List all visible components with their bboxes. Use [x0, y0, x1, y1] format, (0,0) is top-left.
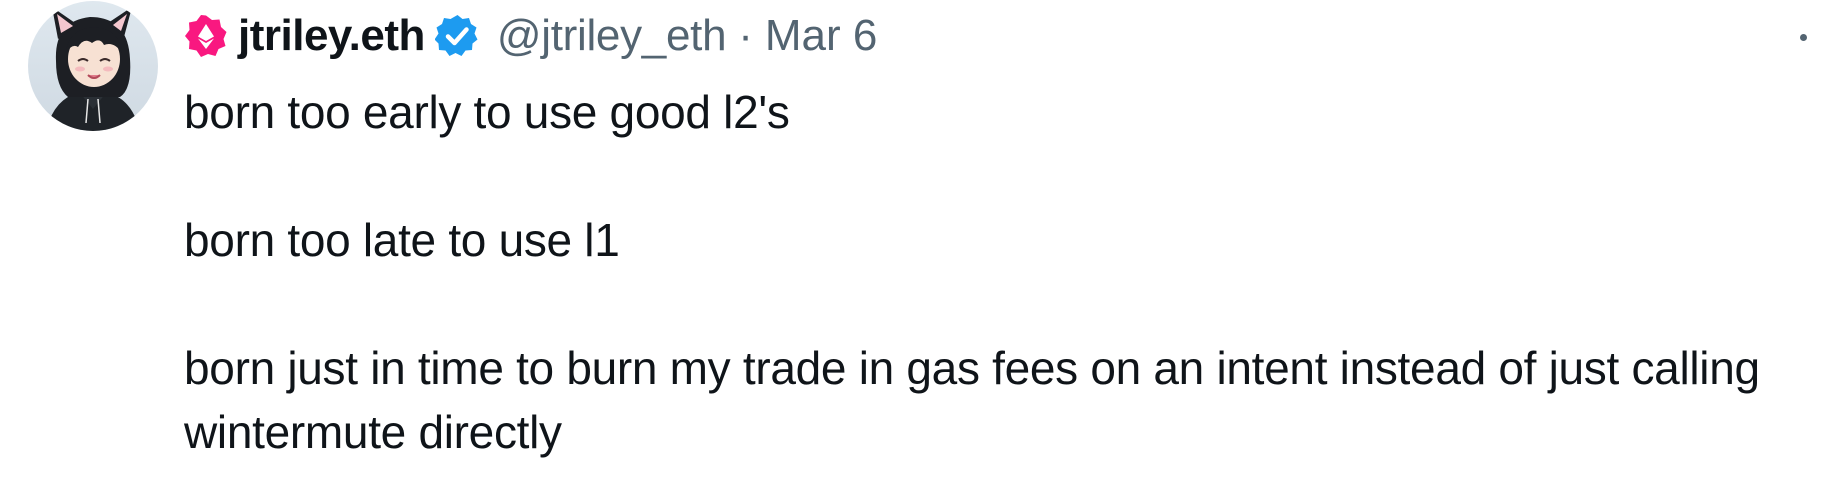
- ethereum-diamond-icon[interactable]: [184, 14, 228, 58]
- tweet-timestamp[interactable]: Mar 6: [765, 11, 877, 61]
- anime-avatar-icon: [28, 1, 158, 131]
- author-handle[interactable]: @jtriley_eth: [497, 11, 727, 61]
- author-avatar[interactable]: [28, 1, 158, 131]
- more-options-button[interactable]: [1800, 18, 1832, 58]
- tweet: jtriley.eth @jtriley_eth · Mar 6 born to…: [0, 0, 1832, 500]
- tweet-paragraph: born too early to use good l2's: [184, 86, 790, 138]
- tweet-header: jtriley.eth @jtriley_eth · Mar 6: [184, 8, 877, 64]
- header-separator: ·: [738, 11, 753, 60]
- tweet-body: born too early to use good l2's born too…: [184, 80, 1804, 464]
- tweet-paragraph: born just in time to burn my trade in ga…: [184, 342, 1760, 458]
- verified-badge-icon[interactable]: [434, 14, 479, 58]
- tweet-paragraph: born too late to use l1: [184, 214, 620, 266]
- author-display-name[interactable]: jtriley.eth: [238, 11, 425, 61]
- more-dots-icon: [1800, 34, 1807, 41]
